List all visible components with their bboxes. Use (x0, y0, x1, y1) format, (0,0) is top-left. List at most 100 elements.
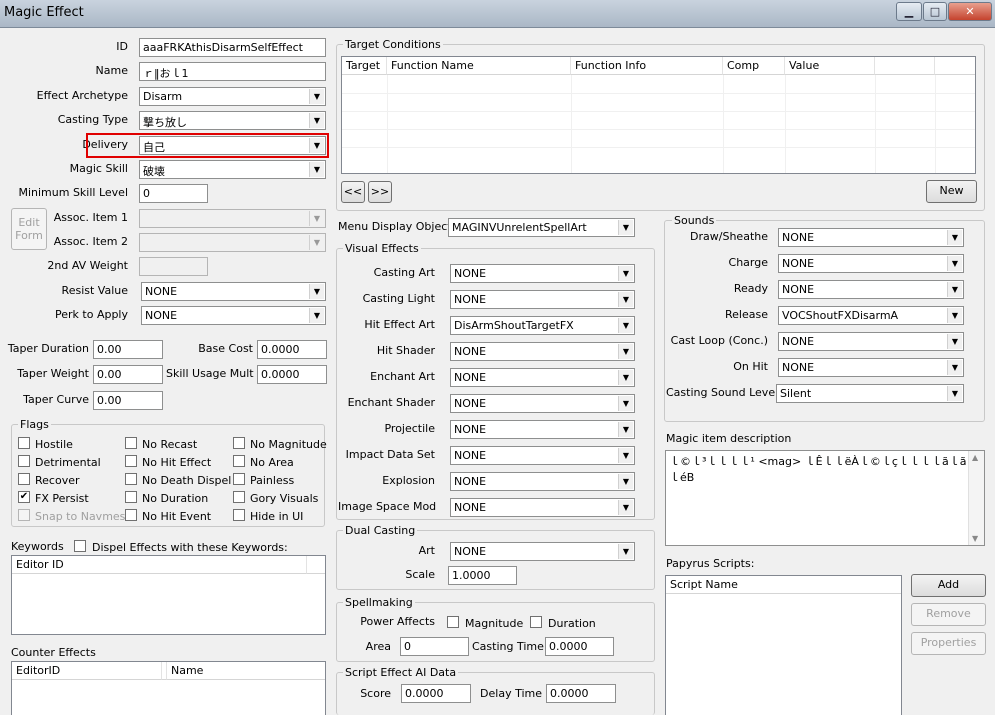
sound-row-dropdown[interactable]: NONE ▼ (778, 228, 964, 247)
magic-skill-dropdown[interactable]: 破壊 ▼ (139, 160, 326, 179)
perk-value: NONE (145, 309, 178, 322)
flag-checkbox[interactable] (18, 437, 30, 449)
base-cost-label: Base Cost (198, 342, 253, 355)
id-field[interactable]: aaaFRKAthisDisarmSelfEffect (139, 38, 326, 57)
sound-row-label: Ready (733, 282, 768, 295)
papyrus-label: Papyrus Scripts: (666, 557, 755, 570)
visual-row-dropdown[interactable]: DisArmShoutTargetFX ▼ (450, 316, 635, 335)
counter-effects-list[interactable]: EditorID Name (11, 661, 326, 715)
visual-row-dropdown[interactable]: NONE ▼ (450, 264, 635, 283)
flag-checkbox[interactable] (233, 455, 245, 467)
visual-row-value: NONE (454, 293, 487, 306)
archetype-dropdown[interactable]: Disarm ▼ (139, 87, 326, 106)
flag-checkbox[interactable] (125, 455, 137, 467)
keywords-list[interactable]: Editor ID (11, 555, 326, 635)
flag-checkbox[interactable] (18, 455, 30, 467)
assoc1-dropdown[interactable]: ▼ (139, 209, 326, 228)
maximize-button[interactable]: □ (923, 2, 947, 21)
conditions-new-button[interactable]: New (926, 180, 977, 203)
perk-dropdown[interactable]: NONE ▼ (141, 306, 326, 325)
area-field[interactable]: 0 (400, 637, 469, 656)
casting-sound-level-label: Casting Sound Level (666, 386, 779, 399)
flag-checkbox[interactable] (233, 437, 245, 449)
target-col-value[interactable]: Value (785, 57, 875, 75)
conditions-next-button[interactable]: >> (368, 181, 392, 203)
delay-time-field[interactable]: 0.0000 (546, 684, 616, 703)
dual-art-label: Art (418, 544, 435, 557)
title-bar: Magic Effect ▁ □ ✕ (0, 0, 995, 28)
chevron-down-icon: ▼ (309, 284, 324, 299)
casting-sound-level-dropdown[interactable]: Silent ▼ (776, 384, 964, 403)
counter-col-name[interactable]: Name (167, 662, 325, 680)
flag-checkbox[interactable] (18, 509, 30, 521)
target-col-function-name[interactable]: Function Name (387, 57, 571, 75)
edit-form-button[interactable]: Edit Form (11, 208, 47, 250)
visual-row-dropdown[interactable]: NONE ▼ (450, 420, 635, 439)
casting-time-field[interactable]: 0.0000 (545, 637, 614, 656)
description-textarea[interactable]: ｌ©ｌ³ｌｌｌｌ¹ <mag> ｌÊｌｌëÀｌ©ｌçｌｌｌｌãｌãｌｌéB ▲ … (665, 450, 985, 546)
perk-label: Perk to Apply (55, 308, 128, 321)
score-field[interactable]: 0.0000 (401, 684, 471, 703)
taper-curve-field[interactable]: 0.00 (93, 391, 163, 410)
menu-display-dropdown[interactable]: MAGINVUnrelentSpellArt ▼ (448, 218, 635, 237)
skill-mult-field[interactable]: 0.0000 (257, 365, 327, 384)
taper-weight-field[interactable]: 0.00 (93, 365, 163, 384)
visual-row-value: NONE (454, 423, 487, 436)
visual-row-dropdown[interactable]: NONE ▼ (450, 342, 635, 361)
close-button[interactable]: ✕ (948, 2, 992, 21)
flag-checkbox[interactable] (125, 509, 137, 521)
flag-checkbox[interactable] (233, 473, 245, 485)
conditions-prev-button[interactable]: << (341, 181, 365, 203)
description-scrollbar[interactable]: ▲ ▼ (968, 451, 984, 545)
second-av-field[interactable] (139, 257, 208, 276)
visual-row-dropdown[interactable]: NONE ▼ (450, 394, 635, 413)
dual-scale-field[interactable]: 1.0000 (448, 566, 517, 585)
visual-row-dropdown[interactable]: NONE ▼ (450, 290, 635, 309)
chevron-down-icon: ▼ (618, 448, 633, 463)
target-col-comp[interactable]: Comp (723, 57, 785, 75)
dispel-keywords-label: Dispel Effects with these Keywords: (92, 541, 288, 554)
flag-label: No Duration (142, 492, 209, 505)
target-col-target[interactable]: Target (342, 57, 387, 75)
resist-dropdown[interactable]: NONE ▼ (141, 282, 326, 301)
visual-row-dropdown[interactable]: NONE ▼ (450, 368, 635, 387)
papyrus-col-script-name[interactable]: Script Name (666, 576, 901, 594)
visual-row-dropdown[interactable]: NONE ▼ (450, 498, 635, 517)
casting-type-dropdown[interactable]: 撃ち放し ▼ (139, 111, 326, 130)
flag-checkbox[interactable]: ✔ (18, 491, 30, 503)
sound-row-dropdown[interactable]: NONE ▼ (778, 358, 964, 377)
visual-row-dropdown[interactable]: NONE ▼ (450, 472, 635, 491)
sound-row-dropdown[interactable]: NONE ▼ (778, 332, 964, 351)
sound-row-dropdown[interactable]: VOCShoutFXDisarmA ▼ (778, 306, 964, 325)
name-field[interactable]: ｒ‖おｌ1 (139, 62, 326, 81)
sound-row-dropdown[interactable]: NONE ▼ (778, 254, 964, 273)
keywords-column-header[interactable]: Editor ID (12, 556, 307, 574)
taper-duration-field[interactable]: 0.00 (93, 340, 163, 359)
flag-checkbox[interactable] (125, 491, 137, 503)
target-col-blank1 (875, 57, 935, 75)
flag-checkbox[interactable] (233, 509, 245, 521)
flag-checkbox[interactable] (233, 491, 245, 503)
flag-checkbox[interactable] (18, 473, 30, 485)
papyrus-scripts-list[interactable]: Script Name (665, 575, 902, 715)
visual-row-value: NONE (454, 501, 487, 514)
papyrus-properties-button[interactable]: Properties (911, 632, 986, 655)
dispel-keywords-checkbox[interactable] (74, 540, 86, 552)
min-skill-field[interactable]: 0 (139, 184, 208, 203)
magnitude-checkbox[interactable] (447, 616, 459, 628)
target-conditions-list[interactable]: Target Function Name Function Info Comp … (341, 56, 976, 174)
base-cost-field[interactable]: 0.0000 (257, 340, 327, 359)
papyrus-add-button[interactable]: Add (911, 574, 986, 597)
papyrus-remove-button[interactable]: Remove (911, 603, 986, 626)
dual-art-dropdown[interactable]: NONE ▼ (450, 542, 635, 561)
counter-col-editorid[interactable]: EditorID (12, 662, 162, 680)
sound-row-dropdown[interactable]: NONE ▼ (778, 280, 964, 299)
target-col-function-info[interactable]: Function Info (571, 57, 723, 75)
duration-checkbox[interactable] (530, 616, 542, 628)
flag-checkbox[interactable] (125, 437, 137, 449)
visual-row-dropdown[interactable]: NONE ▼ (450, 446, 635, 465)
minimize-button[interactable]: ▁ (896, 2, 922, 21)
counter-effects-label: Counter Effects (11, 646, 96, 659)
flag-checkbox[interactable] (125, 473, 137, 485)
assoc2-dropdown[interactable]: ▼ (139, 233, 326, 252)
